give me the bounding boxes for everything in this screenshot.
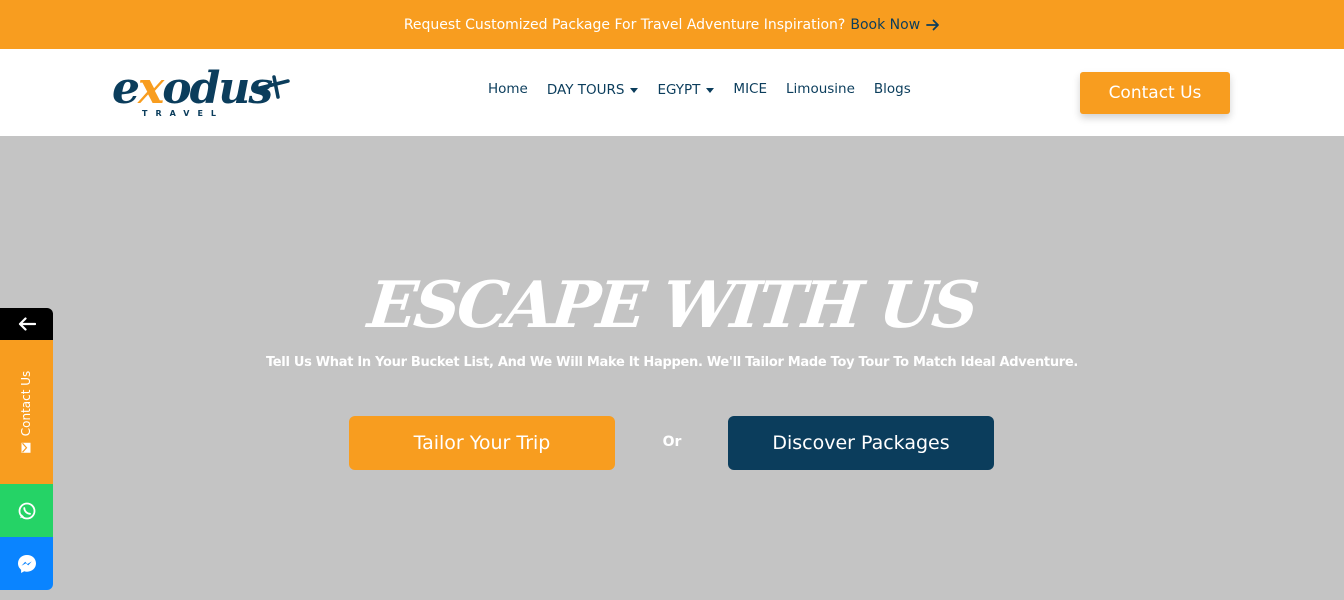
logo-tagline: TRAVEL [142,109,225,118]
nav-item-day-tours[interactable]: DAY TOURS [547,79,639,98]
whatsapp-button[interactable] [0,484,53,537]
nav-item-label: Limousine [786,80,855,97]
caret-down-icon [630,87,639,93]
arrow-left-icon [18,317,36,331]
side-widget-toggle[interactable] [0,308,53,340]
nav-item-label: Blogs [873,80,911,97]
side-contact-us[interactable]: Contact Us [0,340,53,484]
book-now-link[interactable]: Book Now [850,17,940,33]
book-now-label: Book Now [850,16,921,33]
nav-item-home[interactable]: Home [488,81,528,97]
logo-wordmark: exodus [112,63,273,114]
caret-down-icon [706,87,715,93]
nav-item-mice[interactable]: MICE [733,81,767,97]
airplane-icon [258,75,290,99]
nav-item-label: MICE [733,80,768,97]
main-nav: Home DAY TOURS EGYPT MICE Limousine Blog… [488,79,930,99]
announcement-text: Request Customized Package For Travel Ad… [403,16,846,33]
mail-icon [21,442,31,453]
nav-item-label: DAY TOURS [546,82,625,98]
nav-item-label: EGYPT [657,82,701,98]
tailor-your-trip-button[interactable]: Tailor Your Trip [349,416,615,470]
discover-packages-button[interactable]: Discover Packages [728,416,994,470]
side-contact-widget: Contact Us [0,308,53,590]
hero-title: ESCAPE WITH US [364,268,980,343]
announcement-bar: Request Customized Package For Travel Ad… [0,0,1344,49]
or-separator: Or [662,434,682,450]
site-header: exodus TRAVEL Home DAY TOURS EGYPT MICE … [0,49,1344,136]
messenger-button[interactable] [0,537,53,590]
nav-item-limousine[interactable]: Limousine [786,81,855,97]
hero-section: ESCAPE WITH US Tell Us What In Your Buck… [0,136,1344,600]
nav-item-egypt[interactable]: EGYPT [657,79,715,98]
nav-item-label: Home [488,80,528,97]
arrow-right-icon [926,19,940,30]
messenger-icon [17,554,36,573]
whatsapp-icon [18,502,35,519]
contact-us-button[interactable]: Contact Us [1080,72,1230,114]
side-contact-label: Contact Us [19,371,33,454]
exodus-logo[interactable]: exodus TRAVEL [112,63,292,125]
nav-item-blogs[interactable]: Blogs [874,81,911,97]
hero-subtitle: Tell Us What In Your Bucket List, And We… [265,355,1079,370]
